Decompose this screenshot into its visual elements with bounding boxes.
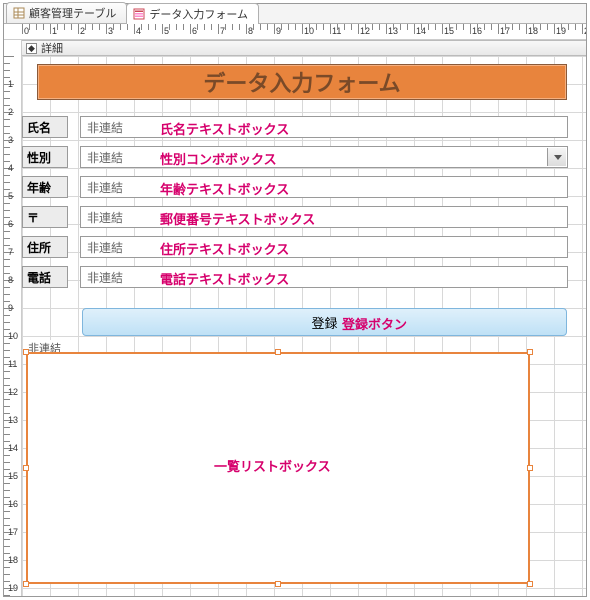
disclosure-icon[interactable]: ◆: [26, 43, 37, 54]
field-annotation-0: 氏名テキストボックス: [160, 119, 289, 138]
field-annotation-1: 性別コンボボックス: [160, 149, 277, 168]
field-annotation-5: 電話テキストボックス: [160, 269, 289, 288]
field-label-2[interactable]: 年齢: [22, 176, 68, 198]
field-label-3[interactable]: 〒: [22, 206, 68, 228]
field-annotation-2: 年齢テキストボックス: [160, 179, 289, 198]
field-label-5[interactable]: 電話: [22, 266, 68, 288]
section-header-detail[interactable]: ◆ 詳細: [22, 40, 586, 56]
form-title-text: データ入力フォーム: [203, 66, 400, 98]
field-label-0[interactable]: 氏名: [22, 116, 68, 138]
text-input-4[interactable]: 非連結: [80, 236, 568, 258]
tab-table[interactable]: 顧客管理テーブル: [6, 2, 127, 23]
hruler: 01234567891011121314151617181920: [4, 24, 586, 40]
register-button-annotation: 登録ボタン: [342, 314, 407, 333]
chevron-down-icon: [554, 155, 562, 160]
table-icon: [13, 7, 25, 19]
text-input-5[interactable]: 非連結: [80, 266, 568, 288]
tab-label: 顧客管理テーブル: [29, 5, 116, 21]
field-annotation-3: 郵便番号テキストボックス: [160, 209, 315, 228]
list-box-annotation: 一覧リストボックス: [214, 456, 331, 475]
section-label: 詳細: [41, 40, 63, 56]
form-icon: [133, 8, 145, 20]
tab-label: データ入力フォーム: [149, 6, 248, 22]
text-input-2[interactable]: 非連結: [80, 176, 568, 198]
field-label-1[interactable]: 性別: [22, 146, 68, 168]
gender-combobox[interactable]: 非連結: [80, 146, 568, 168]
field-annotation-4: 住所テキストボックス: [160, 239, 289, 258]
tab-bar: 顧客管理テーブル データ入力フォーム: [4, 4, 586, 24]
text-input-0[interactable]: 非連結: [80, 116, 568, 138]
field-label-4[interactable]: 住所: [22, 236, 68, 258]
text-input-3[interactable]: 非連結: [80, 206, 568, 228]
register-button[interactable]: 登録: [82, 308, 567, 336]
register-button-label: 登録: [311, 313, 337, 332]
vruler: 12345678910111213141516171819: [4, 40, 22, 596]
tab-form[interactable]: データ入力フォーム: [126, 3, 259, 24]
form-title-banner[interactable]: データ入力フォーム: [37, 64, 567, 100]
